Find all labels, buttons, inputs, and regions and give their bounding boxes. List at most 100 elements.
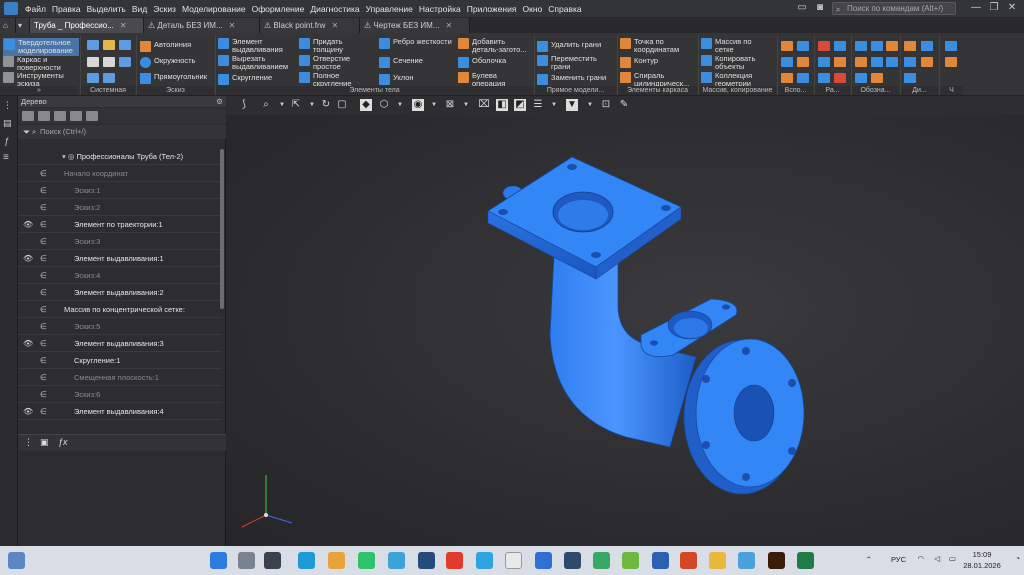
layers-icon[interactable]: [54, 111, 66, 121]
whatsapp-icon[interactable]: [358, 552, 375, 569]
chevron-down-icon[interactable]: ▼: [306, 99, 318, 111]
camera-icon[interactable]: ◙: [814, 1, 826, 15]
tool-add-part[interactable]: Добавить деталь-загото...: [458, 38, 532, 54]
tree-tab-icon[interactable]: ⋮: [3, 100, 12, 111]
chevron-up-icon[interactable]: ⌃: [866, 555, 872, 564]
close-icon[interactable]: ✕: [229, 21, 236, 30]
rotate-icon[interactable]: ↻: [320, 99, 332, 111]
chevron-down-icon[interactable]: ▼: [428, 99, 440, 111]
ra-icon[interactable]: [818, 41, 830, 51]
3d-viewport[interactable]: [226, 115, 1024, 546]
zoom-app-icon[interactable]: [535, 552, 552, 569]
command-search-input[interactable]: ⌕ Поиск по командам (Alt+/): [832, 2, 956, 15]
visibility-icon[interactable]: ◉: [412, 99, 424, 111]
variables-tab-icon[interactable]: ƒ: [4, 136, 9, 146]
battery-icon[interactable]: ▭: [949, 554, 956, 563]
acrobat-icon[interactable]: [446, 552, 463, 569]
aux-icon[interactable]: [781, 57, 793, 67]
ra-icon[interactable]: [834, 73, 846, 83]
notifications-icon[interactable]: ◔: [1015, 554, 1020, 563]
new-file-icon[interactable]: [87, 40, 99, 50]
eye-icon[interactable]: 👁: [23, 250, 33, 266]
pencil-icon[interactable]: ✎: [618, 99, 630, 111]
powerpoint-icon[interactable]: [680, 552, 697, 569]
tree-row[interactable]: ∈ Эскиз:1: [18, 182, 222, 199]
tab-black-point[interactable]: ⚠ Black point.frw ✕: [260, 18, 360, 33]
tool-contour[interactable]: Контур: [620, 57, 658, 68]
designation-icon[interactable]: [886, 41, 898, 51]
menu-view[interactable]: Вид: [129, 4, 150, 14]
menu-file[interactable]: Файл: [22, 4, 49, 14]
close-icon[interactable]: ✕: [120, 21, 127, 30]
di-icon[interactable]: [921, 57, 933, 67]
tool-rectangle[interactable]: Прямоугольник: [140, 73, 207, 84]
tree-row[interactable]: 👁 ∈ Элемент по траектории:1: [18, 216, 222, 233]
tool-point[interactable]: Точка по координатам: [620, 38, 696, 54]
tool-copy-objects[interactable]: Копировать объекты: [701, 55, 775, 71]
close-icon[interactable]: ✕: [1006, 1, 1018, 15]
open-icon[interactable]: [103, 40, 115, 50]
measure-icon[interactable]: ⊡: [600, 99, 612, 111]
clock-time[interactable]: 15:09: [960, 550, 1004, 559]
eye-icon[interactable]: 👁: [23, 335, 33, 351]
di-icon[interactable]: [904, 73, 916, 83]
frame-icon[interactable]: ▢: [336, 99, 348, 111]
minimize-icon[interactable]: —: [970, 1, 982, 15]
chevron-down-icon[interactable]: ▼: [584, 99, 596, 111]
chevron-down-icon[interactable]: ▼: [460, 99, 472, 111]
menu-sketch[interactable]: Эскиз: [150, 4, 179, 14]
chevron-down-icon[interactable]: ▼: [394, 99, 406, 111]
tool-autoline[interactable]: Автолиния: [140, 41, 191, 52]
tool-extrude[interactable]: Элемент выдавливания: [218, 38, 296, 54]
menu-edit[interactable]: Правка: [49, 4, 84, 14]
tool-delete-faces[interactable]: Удалить грани: [537, 41, 601, 52]
photos-icon[interactable]: [738, 552, 755, 569]
excel-icon[interactable]: [797, 552, 814, 569]
tree-scrollbar[interactable]: [220, 149, 224, 309]
aux-icon[interactable]: [797, 41, 809, 51]
menu-lines-icon[interactable]: ≡: [3, 152, 9, 163]
aux-icon[interactable]: [781, 73, 793, 83]
designation-icon[interactable]: [855, 41, 867, 51]
redo-icon[interactable]: [103, 73, 115, 83]
mode-surfaces[interactable]: Каркас и поверхности: [3, 56, 79, 72]
tool-thicken[interactable]: Придать толщину: [299, 38, 374, 54]
properties-tab-icon[interactable]: ▣: [40, 437, 49, 448]
panel-toggle-icon[interactable]: ▭: [796, 1, 808, 15]
menu-window[interactable]: Окно: [519, 4, 545, 14]
home-tab-icon[interactable]: ⌂: [0, 18, 16, 33]
tool-move-faces[interactable]: Переместить грани: [537, 55, 615, 71]
weather-icon[interactable]: [8, 552, 25, 569]
menu-modeling[interactable]: Моделирование: [179, 4, 249, 14]
ch-icon[interactable]: [945, 41, 957, 51]
aux-icon[interactable]: [797, 73, 809, 83]
di-icon[interactable]: [904, 57, 916, 67]
menu-settings[interactable]: Настройка: [416, 4, 464, 14]
tree-row[interactable]: ∈ Эскиз:4: [18, 267, 222, 284]
designation-icon[interactable]: [871, 73, 883, 83]
tree-row[interactable]: ∈ Смещенная плоскость:1: [18, 369, 222, 386]
tool-circle[interactable]: Окружность: [140, 57, 195, 68]
folder-icon[interactable]: [709, 552, 726, 569]
menu-help[interactable]: Справка: [545, 4, 584, 14]
ch-icon[interactable]: [945, 57, 957, 67]
camera-app-icon[interactable]: [564, 552, 581, 569]
ra-icon[interactable]: [818, 57, 830, 67]
paste-icon[interactable]: [103, 57, 115, 67]
properties-icon[interactable]: [119, 57, 131, 67]
tree-row[interactable]: ∈ Начало координат: [18, 165, 222, 182]
tree-row[interactable]: ∈ Эскиз:5: [18, 318, 222, 335]
telegram-icon[interactable]: [476, 552, 493, 569]
tool-cut-extrude[interactable]: Вырезать выдавливанием: [218, 55, 298, 71]
kompas-icon[interactable]: [418, 552, 435, 569]
filter-tree-icon[interactable]: [38, 111, 50, 121]
designation-icon[interactable]: [855, 57, 867, 67]
chevron-down-icon[interactable]: ▼: [548, 99, 560, 111]
edge-icon[interactable]: [298, 552, 315, 569]
tree-tab-icon[interactable]: ⋮: [24, 437, 33, 448]
ra-icon[interactable]: [834, 57, 846, 67]
tool-replace-faces[interactable]: Заменить грани: [537, 74, 606, 85]
tree-row[interactable]: ∈ Эскиз:6: [18, 386, 222, 403]
properties-tab-icon[interactable]: ▤: [3, 118, 12, 129]
tree-root[interactable]: ▾ ◎ Профессионалы Труба (Тел-2): [18, 148, 222, 165]
